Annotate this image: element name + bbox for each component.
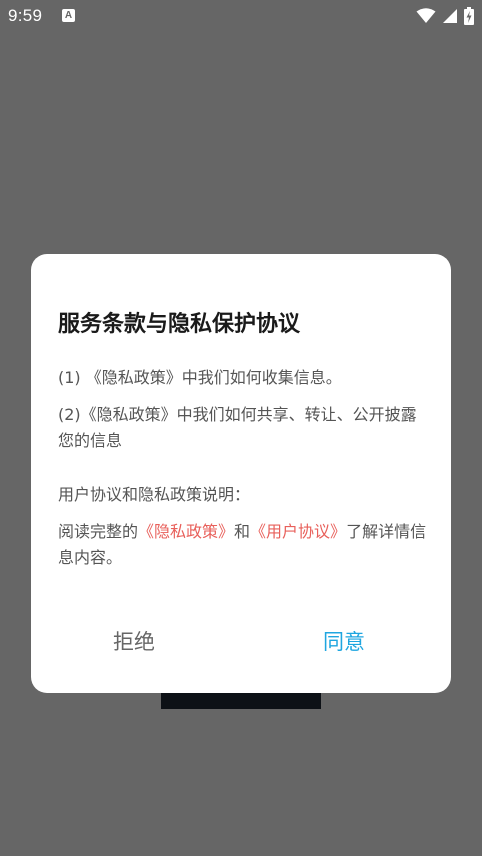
status-bar: 9:59 A [0,0,482,34]
privacy-dialog: 服务条款与隐私保护协议 (1) 《隐私政策》中我们如何收集信息。 (2)《隐私政… [31,254,451,693]
dialog-title: 服务条款与隐私保护协议 [58,312,301,337]
agree-button[interactable]: 同意 [323,626,365,656]
policy-item-collect: (1) 《隐私政策》中我们如何收集信息。 [58,368,342,387]
read-prefix: 阅读完整的 [58,522,139,541]
policy-item-share: (2)《隐私政策》中我们如何共享、转让、公开披露您的信息 [58,405,417,450]
wifi-icon [416,8,436,23]
read-full-text: 阅读完整的《隐私政策》和《用户协议》了解详情信息内容。 [58,519,428,571]
user-agreement-link[interactable]: 《用户协议》 [250,522,346,541]
battery-charging-icon [464,7,474,25]
notification-a-icon: A [62,9,75,22]
privacy-policy-link[interactable]: 《隐私政策》 [138,522,234,541]
signal-icon [443,9,457,23]
and-text: 和 [234,522,251,541]
explanation-heading: 用户协议和隐私政策说明： [58,485,251,504]
status-time: 9:59 [8,6,43,25]
status-icons [416,7,474,25]
reject-button[interactable]: 拒绝 [113,626,155,656]
